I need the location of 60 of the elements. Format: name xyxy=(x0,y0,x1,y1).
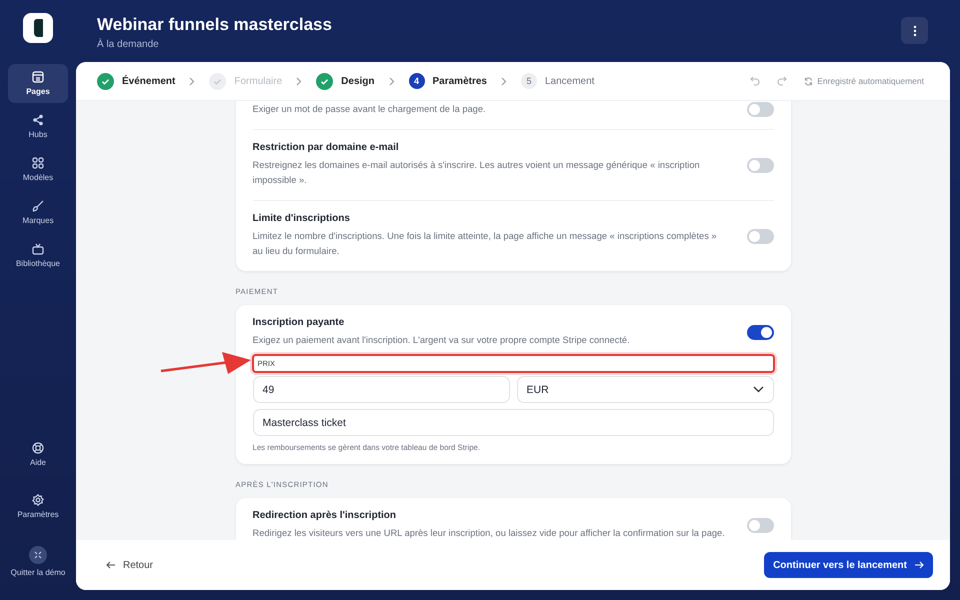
back-button[interactable]: Retour xyxy=(100,558,160,572)
redo-icon[interactable] xyxy=(777,76,788,86)
undo-icon[interactable] xyxy=(750,76,760,86)
chevron-down-icon xyxy=(752,386,764,393)
vertical-dots-icon xyxy=(912,24,916,36)
autosave-status: Enregistré automatiquement xyxy=(817,76,924,86)
toggle-switch[interactable] xyxy=(746,325,774,340)
page-title: Webinar funnels masterclass xyxy=(97,15,332,35)
sidebar-item[interactable]: Bibliothèque xyxy=(8,236,68,275)
tv-icon xyxy=(32,243,44,255)
step-tab[interactable]: Design xyxy=(316,72,374,90)
sync-icon xyxy=(804,76,814,86)
more-menu-button[interactable] xyxy=(901,17,928,44)
setting-title: Restriction par domaine e-mail xyxy=(252,142,400,153)
toggle-switch[interactable] xyxy=(746,518,774,533)
setting-description: Exiger un mot de passe avant le chargement de la page. xyxy=(252,103,486,116)
arrow-left-icon xyxy=(106,561,116,569)
amount-field[interactable]: 49 xyxy=(252,376,510,403)
sidebar-item[interactable]: Marques xyxy=(8,193,68,232)
chevron-right-icon xyxy=(388,76,394,86)
toggle-switch[interactable] xyxy=(746,102,774,117)
arrow-right-icon xyxy=(914,561,924,569)
toggle-switch[interactable] xyxy=(746,158,774,172)
setting-description: Exigez un paiement avant l'inscription. L'argent va sur votre propre compte Stripe connecté. xyxy=(252,334,630,347)
step-tab[interactable]: Événement xyxy=(97,72,176,90)
page-subtitle: À la demande xyxy=(97,39,160,50)
app-logo-icon[interactable] xyxy=(23,13,53,43)
lifebuoy-icon xyxy=(32,442,44,454)
settings-icon xyxy=(32,494,44,506)
step-number: 4 xyxy=(408,73,424,89)
setting-title: Inscription payante xyxy=(252,317,346,328)
toggle-switch[interactable] xyxy=(746,228,774,244)
sidebar-item[interactable]: Quitter la démo xyxy=(8,539,68,584)
step-number: 5 xyxy=(520,73,537,89)
check-circle-icon xyxy=(209,72,226,90)
step-tab[interactable]: 5 Lancement xyxy=(520,73,594,89)
product-name-field[interactable]: Masterclass ticket xyxy=(252,409,774,436)
chevron-right-icon xyxy=(189,76,196,86)
setting-description: Restreignez les domaines e-mail autorisés à s'inscrire. Les autres voient un message générique « inscription impossible ». xyxy=(252,159,701,187)
exit-icon xyxy=(29,546,47,564)
setting-title: Redirection après l'inscription xyxy=(252,510,398,521)
step-tab[interactable]: 4 Paramètres xyxy=(408,73,487,89)
setting-description: Redirigez les visiteurs vers une URL après leur inscription, ou laissez vide pour afficher la confirmation sur la page. xyxy=(252,527,725,540)
setting-description: Limitez le nombre d'inscriptions. Une fois la limite atteinte, la page affiche un message « inscriptions complètes » au lieu du formulaire. xyxy=(252,230,718,258)
setting-title: Limite d'inscriptions xyxy=(252,213,351,224)
continue-button[interactable]: Continuer vers le lancement xyxy=(764,552,933,578)
sidebar-item[interactable]: Pages xyxy=(8,64,68,103)
sidebar-item[interactable]: Modèles xyxy=(8,150,68,189)
grid-icon xyxy=(32,157,44,169)
brush-icon xyxy=(32,200,44,212)
sidebar-item[interactable]: Paramètres xyxy=(8,487,68,526)
page-icon xyxy=(32,71,44,83)
share-icon xyxy=(32,114,44,126)
sidebar-item[interactable]: Hubs xyxy=(8,107,68,146)
chevron-right-icon xyxy=(296,76,302,86)
sidebar-item[interactable]: Aide xyxy=(8,435,68,474)
check-circle-icon xyxy=(316,72,334,90)
check-circle-icon xyxy=(97,72,114,90)
chevron-right-icon xyxy=(500,76,507,86)
currency-dropdown[interactable]: EUR xyxy=(516,376,774,403)
